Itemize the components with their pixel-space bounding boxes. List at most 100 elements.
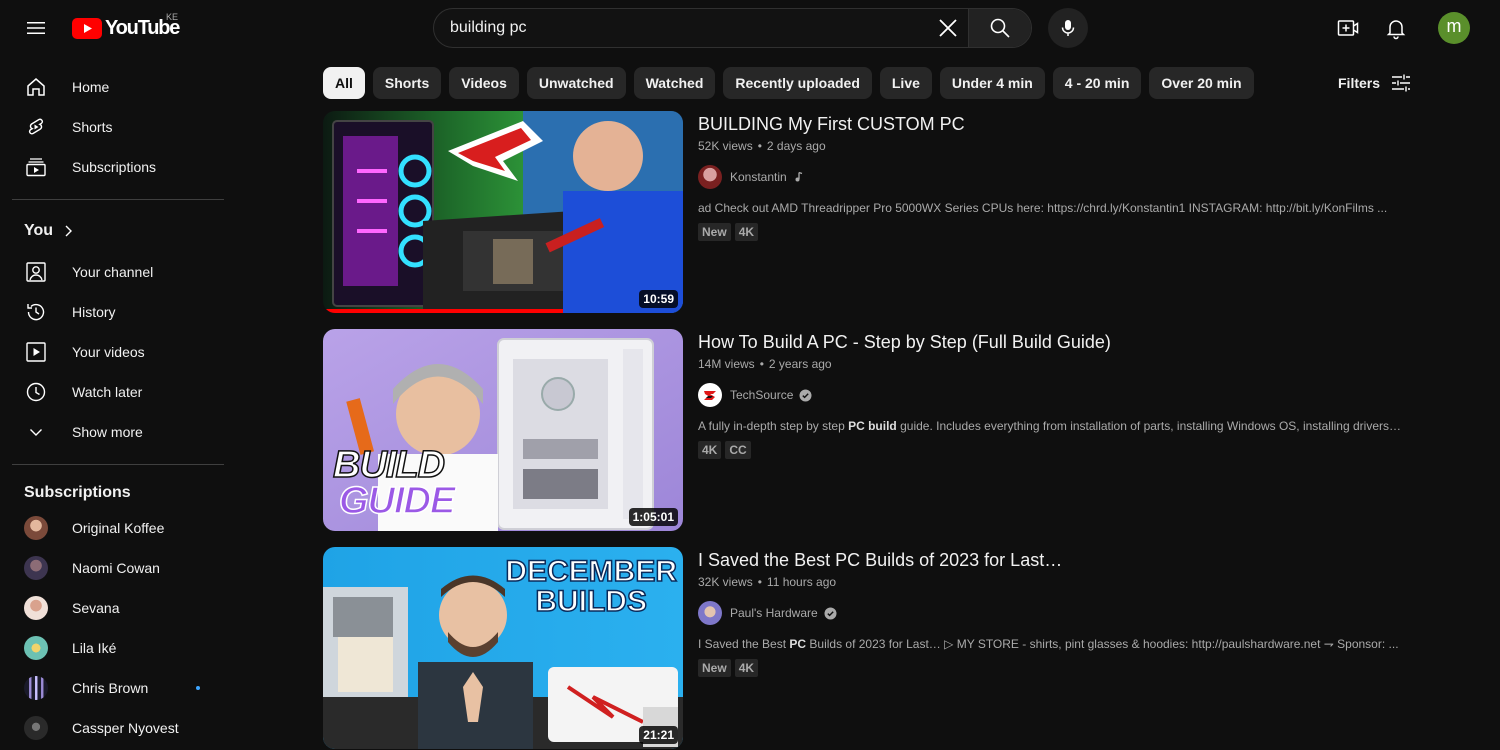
video-badges: New 4K: [698, 223, 1413, 241]
sidebar-item-watch-later[interactable]: Watch later: [12, 372, 224, 412]
voice-search-button[interactable]: [1048, 8, 1088, 48]
badge-4k: 4K: [734, 223, 759, 241]
video-duration: 1:05:01: [628, 508, 678, 526]
sidebar-subscription-item[interactable]: Cassper Nyovest: [12, 708, 224, 748]
sidebar-subscription-item[interactable]: Original Koffee: [12, 508, 224, 548]
sidebar-subscription-item[interactable]: Chris Brown: [12, 668, 224, 708]
microphone-icon: [1061, 20, 1075, 36]
channel-link[interactable]: Paul's Hardware: [698, 601, 1413, 625]
account-avatar[interactable]: m: [1438, 12, 1470, 44]
sidebar-item-label: History: [72, 304, 116, 320]
hamburger-icon: [27, 22, 45, 34]
video-description: ad Check out AMD Threadripper Pro 5000WX…: [698, 201, 1403, 215]
video-result: DECEMBER BUILDS 21:21 I Saved the Best P…: [323, 547, 1413, 749]
channel-link[interactable]: TechSource: [698, 383, 1413, 407]
channel-avatar: [698, 165, 722, 189]
thumbnail-overlay-text: DECEMBER BUILDS: [505, 555, 678, 618]
sidebar-subscription-item[interactable]: Sevana: [12, 588, 224, 628]
sidebar-item-shorts[interactable]: Shorts: [12, 107, 224, 147]
sidebar-item-history[interactable]: History: [12, 292, 224, 332]
notifications-button[interactable]: [1376, 8, 1416, 48]
sidebar-subscription-item[interactable]: Lila Iké: [12, 628, 224, 668]
video-thumbnail[interactable]: DECEMBER BUILDS 21:21: [323, 547, 683, 749]
chip-4-20-min[interactable]: 4 - 20 min: [1052, 67, 1142, 99]
video-title[interactable]: I Saved the Best PC Builds of 2023 for L…: [698, 547, 1413, 573]
sidebar-subscription-item[interactable]: Naomi Cowan: [12, 548, 224, 588]
thumbnail-text-line: DECEMBER: [505, 555, 678, 588]
guide-menu-button[interactable]: [16, 8, 56, 48]
channel-name: Paul's Hardware: [730, 606, 818, 620]
techsource-logo-icon: [704, 391, 716, 400]
video-info: I Saved the Best PC Builds of 2023 for L…: [698, 547, 1413, 677]
guide-sidebar: Home Shorts Subscriptions You Your chann…: [0, 56, 236, 750]
chip-videos[interactable]: Videos: [449, 67, 519, 99]
filters-button[interactable]: Filters: [1330, 67, 1412, 99]
description-highlight: PC build: [848, 419, 897, 433]
video-thumbnail[interactable]: 10:59: [323, 111, 683, 313]
video-description: I Saved the Best PC Builds of 2023 for L…: [698, 637, 1403, 651]
thumbnail-overlay-text: BUILD GUIDE: [332, 444, 456, 522]
video-title[interactable]: How To Build A PC - Step by Step (Full B…: [698, 329, 1413, 355]
chip-unwatched[interactable]: Unwatched: [526, 67, 626, 99]
sidebar-item-label: Watch later: [72, 384, 143, 400]
upload-age: 11 hours ago: [766, 575, 837, 589]
channel-avatar: [24, 556, 48, 580]
home-icon: [24, 75, 48, 99]
subscription-name: Chris Brown: [72, 680, 149, 696]
chip-recently-uploaded[interactable]: Recently uploaded: [723, 67, 872, 99]
channel-avatar: [24, 716, 48, 740]
subscription-name: Cassper Nyovest: [72, 720, 179, 736]
description-text: I Saved the Best: [698, 637, 790, 651]
sidebar-you-heading[interactable]: You: [12, 211, 224, 251]
sidebar-item-label: Show more: [72, 424, 143, 440]
search-input[interactable]: [434, 9, 928, 47]
subscriptions-icon: [24, 155, 48, 179]
separator-dot: •: [757, 575, 762, 589]
channel-avatar: [24, 596, 48, 620]
chip-over-20-min[interactable]: Over 20 min: [1149, 67, 1254, 99]
sidebar-item-home[interactable]: Home: [12, 67, 224, 107]
badge-new: New: [698, 223, 731, 241]
channel-avatar: [24, 676, 48, 700]
your-videos-icon: [24, 340, 48, 364]
sidebar-item-your-videos[interactable]: Your videos: [12, 332, 224, 372]
history-icon: [24, 300, 48, 324]
account-icon: [24, 260, 48, 284]
sidebar-item-show-more[interactable]: Show more: [12, 412, 224, 452]
close-icon: [939, 19, 957, 37]
chip-shorts[interactable]: Shorts: [372, 67, 442, 99]
search-box: [433, 8, 1032, 48]
video-metadata: 32K views • 11 hours ago: [698, 575, 1413, 589]
badge-new: New: [698, 659, 731, 677]
sidebar-item-label: Subscriptions: [72, 159, 157, 175]
chevron-right-icon: [65, 225, 73, 237]
sidebar-item-your-channel[interactable]: Your channel: [12, 252, 224, 292]
create-button[interactable]: [1328, 8, 1368, 48]
subscription-name: Sevana: [72, 600, 120, 616]
chip-all[interactable]: All: [323, 67, 365, 99]
sidebar-item-subscriptions[interactable]: Subscriptions: [12, 147, 224, 187]
description-text: ad Check out AMD Threadripper Pro 5000WX…: [698, 201, 1388, 215]
masthead: YouTube KE m: [0, 0, 1500, 56]
thumbnail-text-line: GUIDE: [338, 480, 456, 522]
channel-name: Konstantin: [730, 170, 787, 184]
video-info: BUILDING My First CUSTOM PC 52K views • …: [698, 111, 1413, 241]
chip-live[interactable]: Live: [879, 67, 932, 99]
channel-avatar: [24, 636, 48, 660]
clear-search-button[interactable]: [928, 9, 968, 47]
search-button[interactable]: [968, 9, 1031, 47]
channel-link[interactable]: Konstantin: [698, 165, 1413, 189]
youtube-logo[interactable]: YouTube: [72, 16, 180, 40]
thumbnail-text-line: BUILDS: [535, 585, 648, 618]
channel-avatar: [24, 516, 48, 540]
video-badges: 4K CC: [698, 441, 1413, 459]
video-metadata: 52K views • 2 days ago: [698, 139, 1413, 153]
chip-watched[interactable]: Watched: [633, 67, 716, 99]
chip-under-4-min[interactable]: Under 4 min: [939, 67, 1045, 99]
sidebar-item-label: Home: [72, 79, 110, 95]
video-title[interactable]: BUILDING My First CUSTOM PC: [698, 111, 1413, 137]
video-thumbnail[interactable]: BUILD GUIDE 1:05:01: [323, 329, 683, 531]
youtube-play-logo-icon: [72, 17, 102, 39]
subscription-name: Naomi Cowan: [72, 560, 160, 576]
thumbnail-text-line: BUILD: [332, 444, 446, 486]
